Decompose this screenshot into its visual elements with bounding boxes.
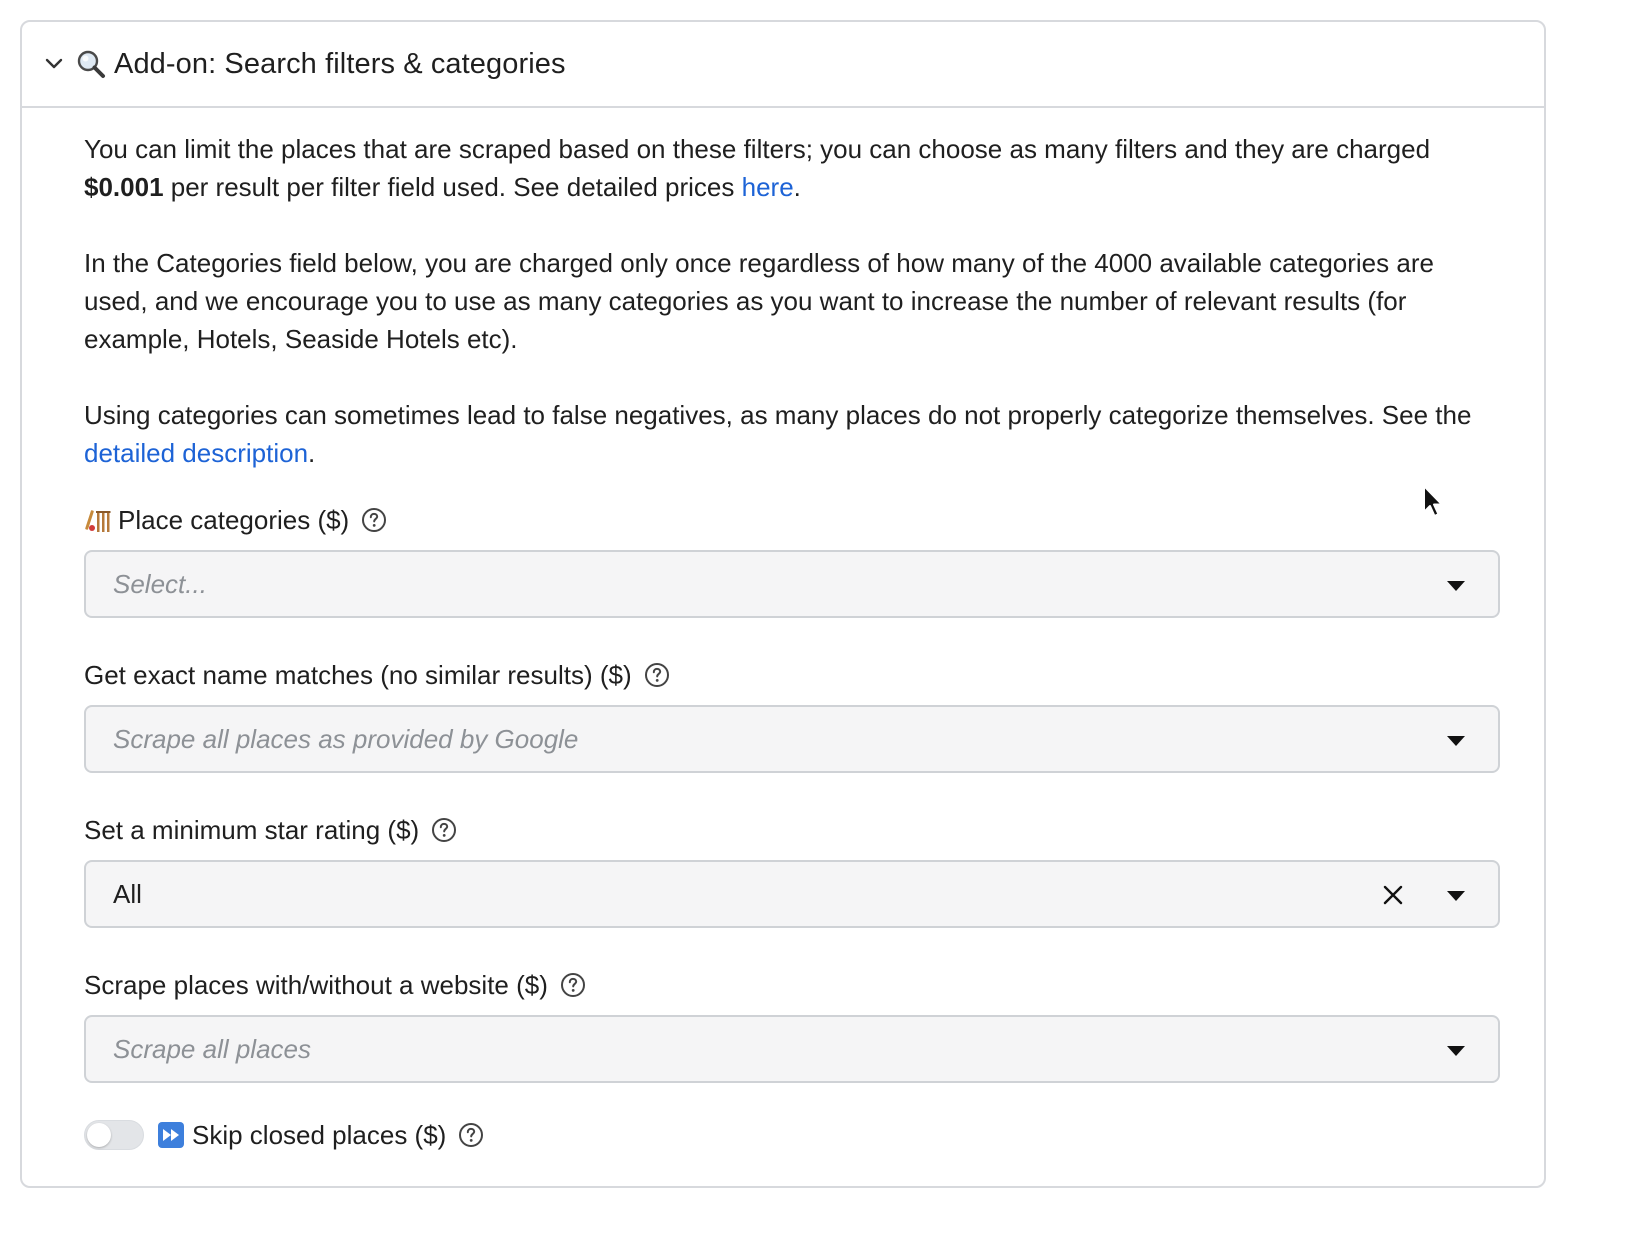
star-rating-label: Set a minimum star rating ($) — [84, 810, 1504, 850]
false-negatives-text: Using categories can sometimes lead to f… — [84, 400, 1472, 430]
exact-match-placeholder: Scrape all places as provided by Google — [113, 723, 579, 754]
skip-closed-row: Skip closed places ($) — [84, 1115, 1504, 1155]
exact-match-label-text: Get exact name matches (no similar resul… — [84, 659, 632, 690]
website-label: Scrape places with/without a website ($) — [84, 965, 1504, 1005]
section-title: Add-on: Search filters & categories — [114, 47, 566, 80]
categories-label: Place categories ($) — [84, 500, 1504, 540]
help-icon[interactable] — [644, 662, 670, 688]
star-rating-label-text: Set a minimum star rating ($) — [84, 814, 420, 845]
toggle-knob — [87, 1123, 111, 1147]
categories-placeholder: Select... — [113, 568, 207, 599]
categories-label-text: Place categories ($) — [118, 504, 350, 535]
skip-closed-label-text: Skip closed places ($) — [192, 1119, 447, 1150]
magnifier-icon — [74, 47, 108, 81]
exact-match-label: Get exact name matches (no similar resul… — [84, 655, 1504, 695]
help-icon[interactable] — [431, 817, 457, 843]
detailed-description-link[interactable]: detailed description — [84, 438, 308, 468]
false-negatives-paragraph: Using categories can sometimes lead to f… — [84, 396, 1504, 472]
website-select[interactable]: Scrape all places — [84, 1015, 1500, 1083]
caret-down-icon[interactable] — [1446, 1041, 1466, 1061]
fast-forward-icon — [158, 1122, 184, 1148]
pricing-paragraph: You can limit the places that are scrape… — [84, 130, 1504, 206]
help-icon[interactable] — [560, 972, 586, 998]
pricing-period: . — [793, 172, 801, 202]
price-value: $0.001 — [84, 172, 164, 202]
cricket-icon — [84, 505, 114, 535]
caret-down-icon[interactable] — [1446, 886, 1466, 906]
star-rating-select[interactable]: All — [84, 860, 1500, 928]
website-placeholder: Scrape all places — [113, 1033, 311, 1064]
help-icon[interactable] — [458, 1122, 484, 1148]
section-header[interactable]: Add-on: Search filters & categories — [22, 22, 1544, 108]
exact-match-select[interactable]: Scrape all places as provided by Google — [84, 705, 1500, 773]
false-negatives-period: . — [308, 438, 316, 468]
prices-link[interactable]: here — [742, 172, 794, 202]
caret-down-icon[interactable] — [1446, 576, 1466, 596]
skip-closed-label: Skip closed places ($) — [192, 1120, 484, 1151]
section-body: You can limit the places that are scrape… — [84, 130, 1504, 1155]
skip-closed-toggle[interactable] — [84, 1120, 144, 1150]
pricing-text: You can limit the places that are scrape… — [84, 134, 1431, 164]
search-filters-panel: Add-on: Search filters & categories You … — [20, 20, 1546, 1188]
star-rating-value: All — [113, 878, 142, 909]
pricing-text-2: per result per filter field used. See de… — [163, 172, 742, 202]
chevron-down-icon[interactable] — [42, 52, 66, 76]
clear-icon[interactable] — [1380, 882, 1406, 908]
help-icon[interactable] — [361, 507, 387, 533]
categories-select[interactable]: Select... — [84, 550, 1500, 618]
mouse-pointer-icon — [1422, 484, 1446, 520]
categories-paragraph: In the Categories field below, you are c… — [84, 248, 1434, 354]
caret-down-icon[interactable] — [1446, 731, 1466, 751]
website-label-text: Scrape places with/without a website ($) — [84, 969, 548, 1000]
